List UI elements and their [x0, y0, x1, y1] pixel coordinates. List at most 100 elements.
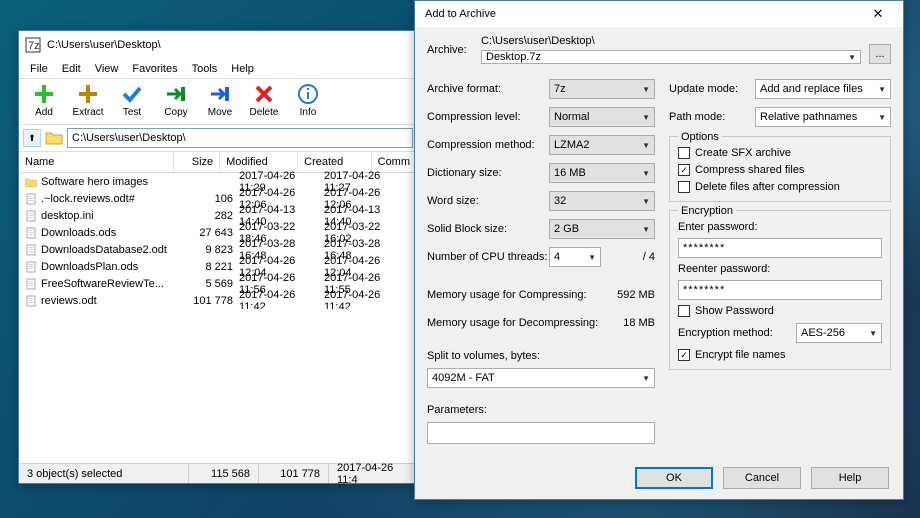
mem-comp-label: Memory usage for Compressing: — [427, 289, 617, 301]
pathbar: ⬆ C:\Users\user\Desktop\ — [19, 125, 417, 152]
path-combobox[interactable]: C:\Users\user\Desktop\ — [67, 128, 413, 148]
document-icon — [25, 261, 37, 273]
document-icon — [25, 210, 37, 222]
level-select[interactable]: Normal▼ — [549, 107, 655, 127]
chevron-down-icon: ▼ — [642, 113, 650, 122]
file-modified: 2017-04-26 11:42 — [239, 289, 324, 310]
file-size: 282 — [189, 210, 239, 222]
level-label: Compression level: — [427, 111, 549, 123]
dict-select[interactable]: 16 MB▼ — [549, 163, 655, 183]
toolbar: Add Extract Test Copy Move Delete Info — [19, 79, 417, 125]
app-icon: 7z — [25, 37, 41, 53]
document-icon — [25, 244, 37, 256]
file-size: 27 643 — [189, 227, 239, 239]
menu-help[interactable]: Help — [224, 61, 261, 77]
method-select[interactable]: LZMA2▼ — [549, 135, 655, 155]
menu-edit[interactable]: Edit — [55, 61, 88, 77]
block-label: Solid Block size: — [427, 223, 549, 235]
password2-label: Reenter password: — [678, 263, 882, 275]
password-label: Enter password: — [678, 221, 882, 233]
encrypt-names-checkbox[interactable]: ✓Encrypt file names — [678, 349, 882, 361]
menubar: File Edit View Favorites Tools Help — [19, 59, 417, 79]
mem-decomp-value: 18 MB — [623, 317, 655, 329]
status-selected: 3 object(s) selected — [19, 464, 189, 483]
chevron-down-icon: ▼ — [878, 113, 886, 122]
menu-view[interactable]: View — [88, 61, 126, 77]
password-input[interactable]: ******** — [678, 238, 882, 258]
move-button[interactable]: Move — [201, 83, 239, 118]
menu-file[interactable]: File — [23, 61, 55, 77]
file-name: FreeSoftwareReviewTe... — [41, 278, 164, 290]
copy-icon — [165, 83, 187, 105]
chevron-down-icon: ▼ — [642, 85, 650, 94]
add-button[interactable]: Add — [25, 83, 63, 118]
pathmode-select[interactable]: Relative pathnames▼ — [755, 107, 891, 127]
help-button[interactable]: Help — [811, 467, 889, 489]
file-size: 106 — [189, 193, 239, 205]
close-button[interactable]: ✕ — [863, 6, 893, 22]
word-select[interactable]: 32▼ — [549, 191, 655, 211]
chevron-down-icon: ▼ — [642, 374, 650, 383]
checkbox-icon — [678, 181, 690, 193]
document-icon — [25, 278, 37, 290]
browse-button[interactable]: ... — [869, 44, 891, 64]
copy-button[interactable]: Copy — [157, 83, 195, 118]
cancel-button[interactable]: Cancel — [723, 467, 801, 489]
folder-icon — [25, 176, 37, 188]
enc-method-label: Encryption method: — [678, 327, 796, 339]
dialog-buttons: OK Cancel Help — [635, 467, 889, 489]
document-icon — [25, 295, 37, 307]
file-row[interactable]: reviews.odt101 7782017-04-26 11:422017-0… — [19, 292, 417, 309]
menu-tools[interactable]: Tools — [185, 61, 225, 77]
test-button[interactable]: Test — [113, 83, 151, 118]
main-window: 7z C:\Users\user\Desktop\ File Edit View… — [18, 30, 418, 484]
move-icon — [209, 83, 231, 105]
x-icon — [253, 83, 275, 105]
file-created: 2017-04-26 11:42 — [324, 289, 404, 310]
document-icon — [25, 193, 37, 205]
update-label: Update mode: — [669, 83, 755, 95]
split-combobox[interactable]: 4092M - FAT▼ — [427, 368, 655, 388]
dialog-title: Add to Archive — [425, 8, 863, 20]
checkbox-checked-icon: ✓ — [678, 349, 690, 361]
delete-checkbox[interactable]: Delete files after compression — [678, 181, 882, 193]
encryption-group: Encryption Enter password: ******** Reen… — [669, 210, 891, 370]
checkbox-icon — [678, 305, 690, 317]
enc-method-select[interactable]: AES-256▼ — [796, 323, 882, 343]
dialog-titlebar: Add to Archive ✕ — [415, 1, 903, 27]
titlebar: 7z C:\Users\user\Desktop\ — [19, 31, 417, 59]
status-size2: 101 778 — [259, 464, 329, 483]
format-select[interactable]: 7z▼ — [549, 79, 655, 99]
chevron-down-icon: ▼ — [642, 169, 650, 178]
col-size[interactable]: Size — [174, 152, 220, 172]
extract-button[interactable]: Extract — [69, 83, 107, 118]
folder-icon — [45, 129, 63, 147]
plus-icon — [33, 83, 55, 105]
param-input[interactable] — [427, 422, 655, 444]
file-size: 9 823 — [189, 244, 239, 256]
threads-select[interactable]: 4▼ — [549, 247, 601, 267]
block-select[interactable]: 2 GB▼ — [549, 219, 655, 239]
archive-file-combobox[interactable]: Desktop.7z▼ — [481, 50, 861, 64]
statusbar: 3 object(s) selected 115 568 101 778 201… — [19, 463, 417, 483]
col-name[interactable]: Name — [19, 152, 174, 172]
file-size: 101 778 — [189, 295, 239, 307]
chevron-down-icon: ▼ — [848, 53, 856, 62]
shared-checkbox[interactable]: ✓Compress shared files — [678, 164, 882, 176]
delete-button[interactable]: Delete — [245, 83, 283, 118]
password2-input[interactable]: ******** — [678, 280, 882, 300]
up-button[interactable]: ⬆ — [23, 129, 41, 147]
file-name: .~lock.reviews.odt# — [41, 193, 135, 205]
archive-path: C:\Users\user\Desktop\ — [481, 35, 861, 47]
sfx-checkbox[interactable]: Create SFX archive — [678, 147, 882, 159]
ok-button[interactable]: OK — [635, 467, 713, 489]
show-password-checkbox[interactable]: Show Password — [678, 305, 882, 317]
file-name: reviews.odt — [41, 295, 97, 307]
menu-favorites[interactable]: Favorites — [125, 61, 184, 77]
info-icon — [297, 83, 319, 105]
dialog-left-column: Archive format:7z▼ Compression level:Nor… — [427, 78, 655, 444]
update-select[interactable]: Add and replace files▼ — [755, 79, 891, 99]
info-button[interactable]: Info — [289, 83, 327, 118]
format-label: Archive format: — [427, 83, 549, 95]
file-name: desktop.ini — [41, 210, 94, 222]
